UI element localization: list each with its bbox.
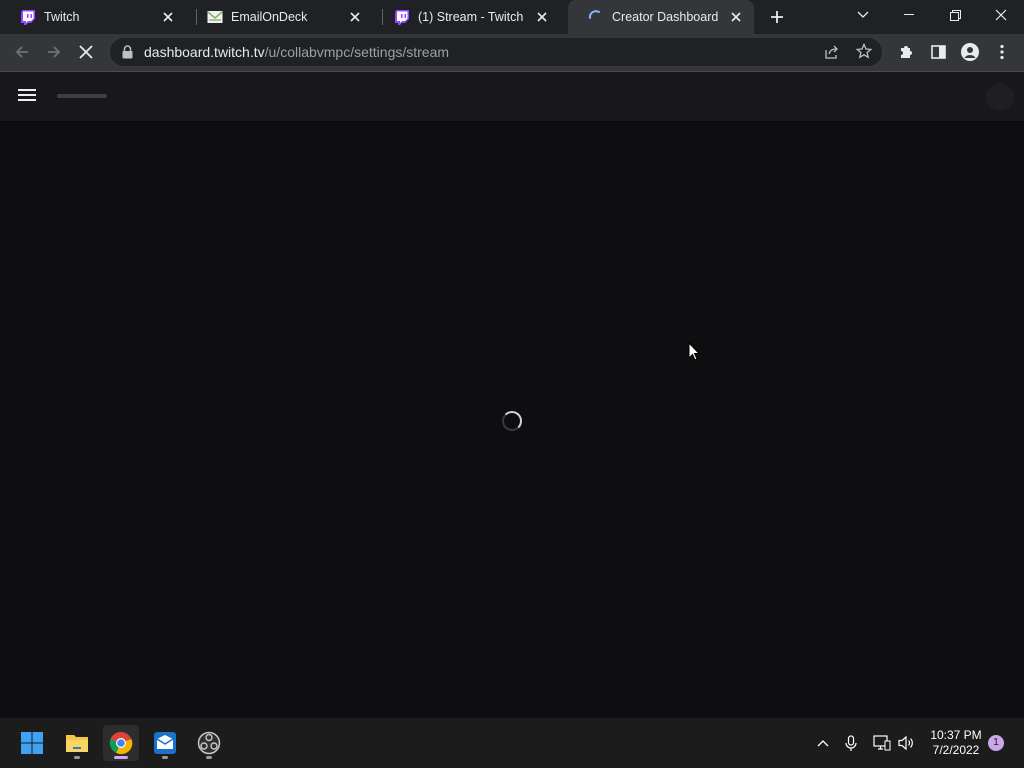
extensions-button[interactable] xyxy=(894,40,918,64)
side-panel-icon xyxy=(930,45,946,59)
chrome-taskbar-button[interactable] xyxy=(103,725,139,761)
start-button[interactable] xyxy=(14,725,50,761)
tab-stream-twitch[interactable]: (1) Stream - Twitch xyxy=(374,0,560,34)
tab-emailondeck[interactable]: EmailOnDeck xyxy=(187,0,373,34)
tab-twitch[interactable]: Twitch xyxy=(0,0,186,34)
browser-toolbar: dashboard.twitch.tv/u/collabvmpc/setting… xyxy=(0,34,1024,72)
minimize-button[interactable] xyxy=(886,0,932,30)
loading-spinner-icon xyxy=(588,9,604,25)
back-button[interactable] xyxy=(10,40,34,64)
windows-taskbar: 10:37 PM 7/2/2022 1 xyxy=(0,718,1024,768)
more-vertical-icon xyxy=(1000,44,1004,60)
side-panel-button[interactable] xyxy=(926,40,950,64)
loading-placeholder-bar xyxy=(57,94,107,98)
obs-icon xyxy=(197,731,221,755)
obs-taskbar-button[interactable] xyxy=(191,725,227,761)
stop-loading-button[interactable] xyxy=(74,40,98,64)
loading-spinner xyxy=(502,411,522,431)
running-indicator xyxy=(206,756,212,759)
arrow-right-icon xyxy=(48,46,61,58)
browser-tab-strip: Twitch EmailOnDeck (1) Stream - Twitch C… xyxy=(0,0,1024,34)
file-explorer-icon xyxy=(66,735,88,752)
tab-search-button[interactable] xyxy=(840,0,886,30)
speaker-icon xyxy=(898,735,913,751)
url-host: dashboard.twitch.tv xyxy=(144,44,265,60)
close-tab-icon[interactable] xyxy=(347,9,363,25)
close-tab-icon[interactable] xyxy=(160,9,176,25)
show-hidden-icons-button[interactable] xyxy=(813,733,833,753)
tab-title: Twitch xyxy=(44,10,80,24)
notification-badge[interactable]: 1 xyxy=(988,735,1004,751)
taskbar-clock[interactable]: 10:37 PM 7/2/2022 xyxy=(922,728,990,758)
microphone-tray-button[interactable] xyxy=(841,733,861,753)
address-bar[interactable]: dashboard.twitch.tv/u/collabvmpc/setting… xyxy=(110,38,882,66)
close-tab-icon[interactable] xyxy=(728,9,744,25)
tab-creator-dashboard[interactable]: Creator Dashboard xyxy=(568,0,754,34)
active-indicator xyxy=(114,756,128,759)
network-icon xyxy=(873,735,891,751)
start-icon xyxy=(21,732,43,754)
mouse-cursor-icon xyxy=(688,341,701,366)
emailondeck-icon xyxy=(207,9,223,25)
clock-time: 10:37 PM xyxy=(930,728,982,742)
tab-title: EmailOnDeck xyxy=(231,10,308,24)
mail-app-taskbar-button[interactable] xyxy=(147,725,183,761)
clock-date: 7/2/2022 xyxy=(932,743,980,757)
twitch-icon xyxy=(20,9,36,25)
running-indicator xyxy=(162,756,168,759)
volume-tray-button[interactable] xyxy=(897,733,917,753)
restore-button[interactable] xyxy=(932,0,978,30)
running-indicator xyxy=(74,756,80,759)
share-icon[interactable] xyxy=(824,44,840,60)
puzzle-icon xyxy=(901,46,912,58)
hamburger-menu-icon[interactable] xyxy=(18,88,38,104)
bookmark-star-icon[interactable] xyxy=(855,42,873,59)
twitch-icon xyxy=(394,9,410,25)
chrome-icon xyxy=(109,731,133,755)
url-path: /u/collabvmpc/settings/stream xyxy=(264,44,450,60)
close-window-button[interactable] xyxy=(978,0,1024,30)
forward-button[interactable] xyxy=(42,40,66,64)
profile-button[interactable] xyxy=(958,40,982,64)
new-tab-button[interactable] xyxy=(767,7,787,27)
arrow-left-icon xyxy=(15,46,28,58)
avatar[interactable] xyxy=(986,83,1014,111)
network-tray-button[interactable] xyxy=(872,733,892,753)
tab-title: Creator Dashboard xyxy=(612,10,719,24)
chevron-up-icon xyxy=(817,740,829,747)
close-tab-icon[interactable] xyxy=(534,9,550,25)
chevron-down-icon xyxy=(857,11,869,18)
close-icon xyxy=(79,45,93,59)
mail-app-icon xyxy=(154,732,176,754)
tab-title: (1) Stream - Twitch xyxy=(418,10,524,24)
menu-button[interactable] xyxy=(990,40,1014,64)
lock-icon[interactable] xyxy=(122,44,136,60)
microphone-icon xyxy=(845,734,857,751)
file-explorer-taskbar-button[interactable] xyxy=(59,725,95,761)
dashboard-top-nav xyxy=(0,72,1024,122)
profile-avatar-icon xyxy=(961,43,979,61)
